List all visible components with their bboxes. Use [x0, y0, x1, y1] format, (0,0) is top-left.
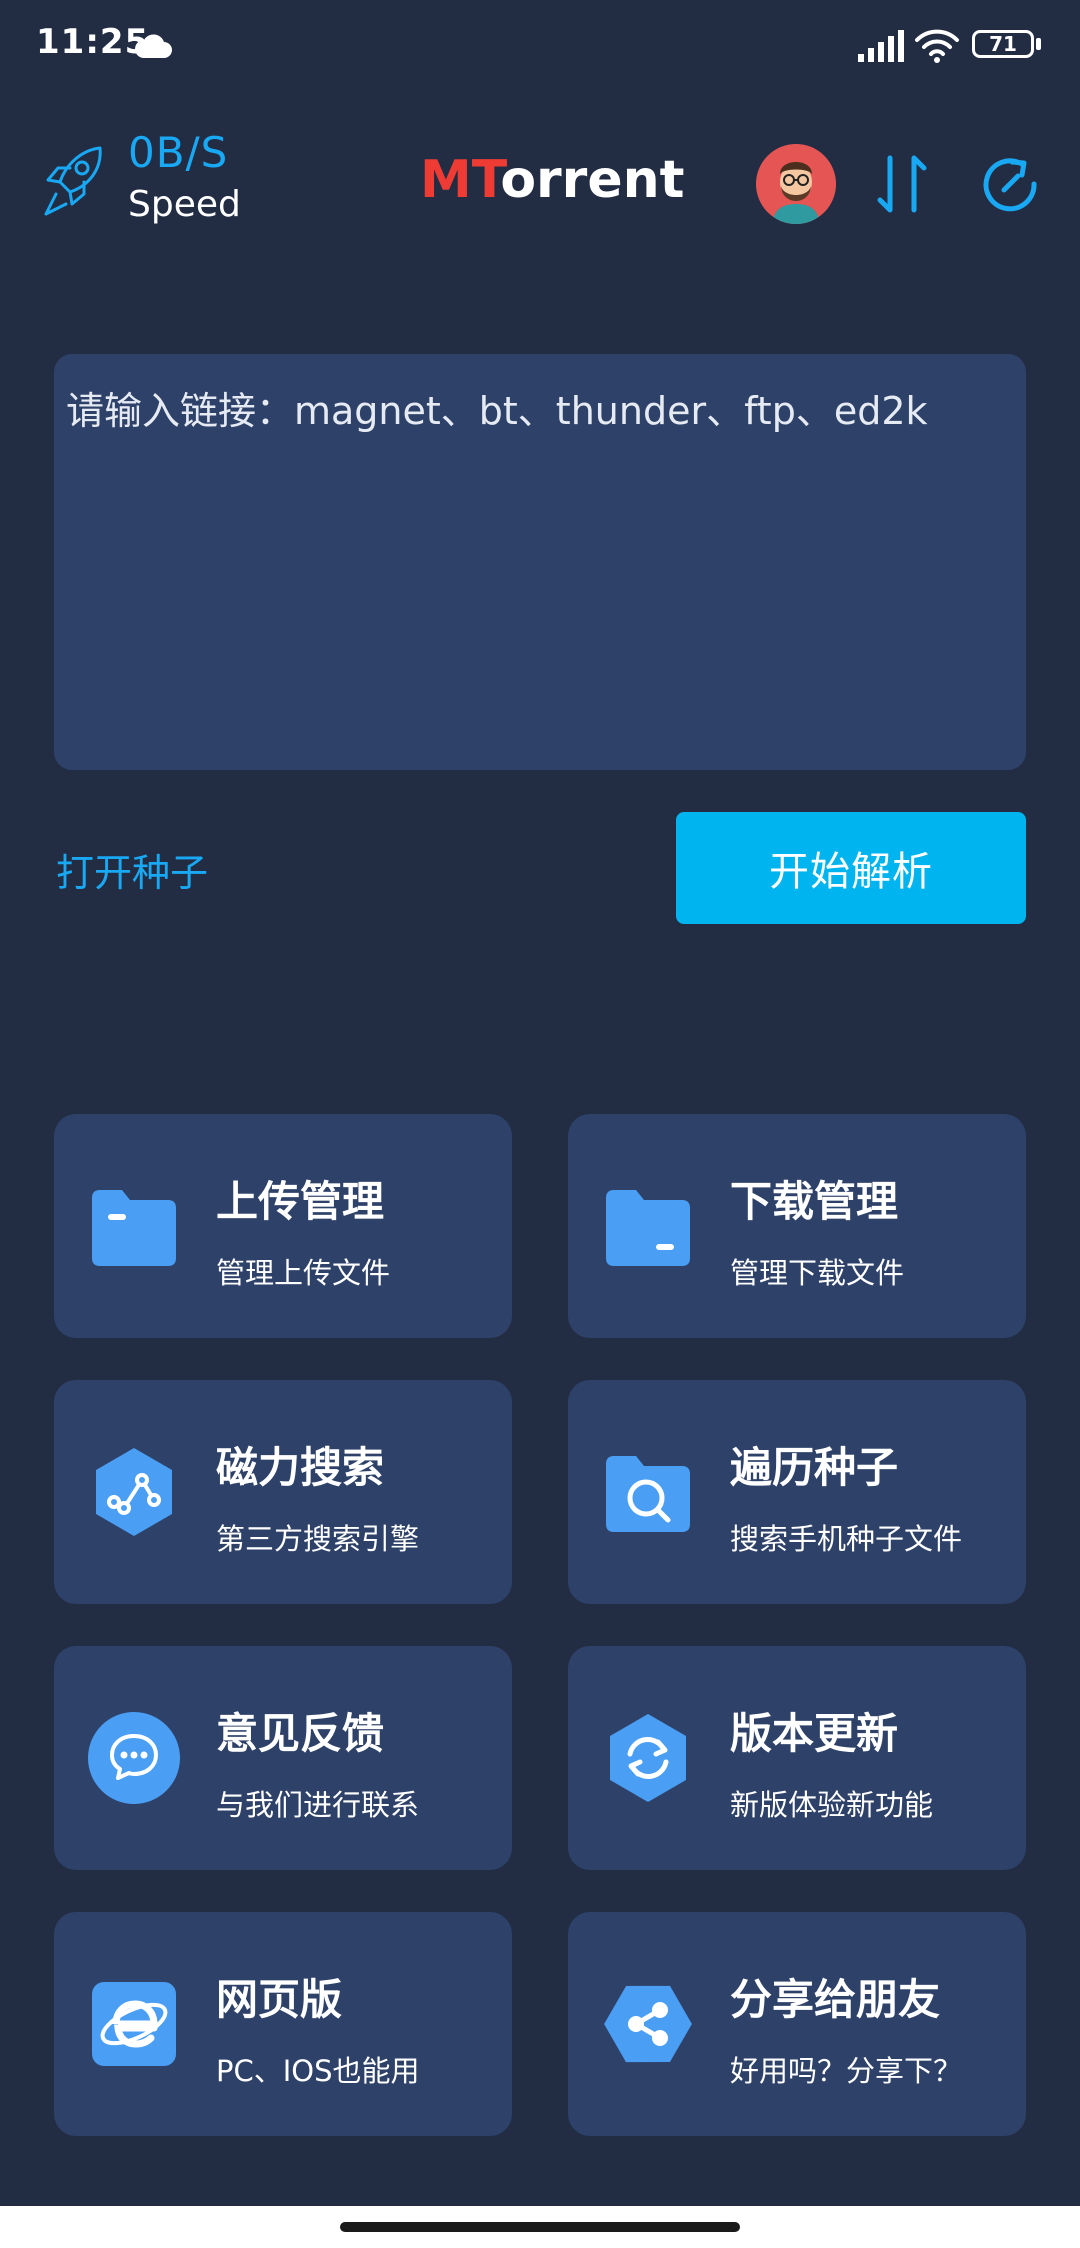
tile-feedback[interactable]: 意见反馈 与我们进行联系	[54, 1646, 512, 1870]
tile-title: 分享给朋友	[730, 1975, 941, 2024]
folder-search-icon	[602, 1446, 694, 1538]
share-icon	[602, 1978, 694, 2070]
tile-subtitle: PC、IOS也能用	[216, 2054, 420, 2088]
wifi-icon	[915, 29, 959, 63]
tile-subtitle: 好用吗？分享下？	[730, 2054, 963, 2088]
link-input[interactable]	[54, 354, 1026, 770]
refresh-icon[interactable]	[982, 156, 1038, 212]
tile-title: 磁力搜索	[216, 1443, 385, 1492]
avatar[interactable]	[756, 144, 836, 224]
magnet-search-icon	[88, 1446, 180, 1538]
chat-bubble-icon	[88, 1712, 180, 1804]
open-torrent-link[interactable]: 打开种子	[56, 842, 208, 897]
avatar-face-icon	[756, 144, 836, 224]
tile-subtitle: 与我们进行联系	[216, 1788, 420, 1822]
tile-title: 意见反馈	[216, 1709, 385, 1758]
signal-icon	[858, 30, 904, 62]
tile-download-management[interactable]: 下载管理 管理下载文件	[568, 1114, 1026, 1338]
tile-subtitle: 搜索手机种子文件	[730, 1522, 963, 1556]
tile-subtitle: 新版体验新功能	[730, 1788, 934, 1822]
refresh-hex-icon	[602, 1712, 694, 1804]
start-parse-button[interactable]: 开始解析	[676, 812, 1026, 924]
folder-download-icon	[602, 1180, 694, 1272]
speed-label: Speed	[128, 184, 241, 225]
tile-subtitle: 管理上传文件	[216, 1256, 391, 1290]
app-title-rest: orrent	[500, 150, 685, 210]
tile-web-version[interactable]: 网页版 PC、IOS也能用	[54, 1912, 512, 2136]
battery-icon: 71	[972, 30, 1044, 62]
folder-upload-icon	[88, 1180, 180, 1272]
tile-share[interactable]: 分享给朋友 好用吗？分享下？	[568, 1912, 1026, 2136]
tile-subtitle: 第三方搜索引擎	[216, 1522, 420, 1556]
tile-title: 遍历种子	[730, 1443, 899, 1492]
tile-title: 版本更新	[730, 1709, 899, 1758]
browser-e-icon	[88, 1978, 180, 2070]
tile-upload-management[interactable]: 上传管理 管理上传文件	[54, 1114, 512, 1338]
status-bar: 11:25 71	[0, 0, 1080, 96]
speed-value: 0B/S	[128, 128, 229, 177]
tile-title: 网页版	[216, 1975, 343, 2024]
tile-magnet-search[interactable]: 磁力搜索 第三方搜索引擎	[54, 1380, 512, 1604]
tile-subtitle: 管理下载文件	[730, 1256, 905, 1290]
tile-title: 上传管理	[216, 1177, 385, 1226]
tile-title: 下载管理	[730, 1177, 899, 1226]
app-title-accent: MT	[420, 150, 501, 210]
cloud-icon	[135, 34, 172, 58]
tile-scan-torrents[interactable]: 遍历种子 搜索手机种子文件	[568, 1380, 1026, 1604]
home-indicator[interactable]	[340, 2222, 740, 2232]
battery-level: 71	[989, 32, 1017, 56]
rocket-icon	[44, 146, 102, 216]
app-title: MTorrent	[420, 150, 684, 210]
tile-version-update[interactable]: 版本更新 新版体验新功能	[568, 1646, 1026, 1870]
status-time: 11:25	[36, 22, 150, 62]
sort-icon[interactable]	[874, 154, 930, 214]
